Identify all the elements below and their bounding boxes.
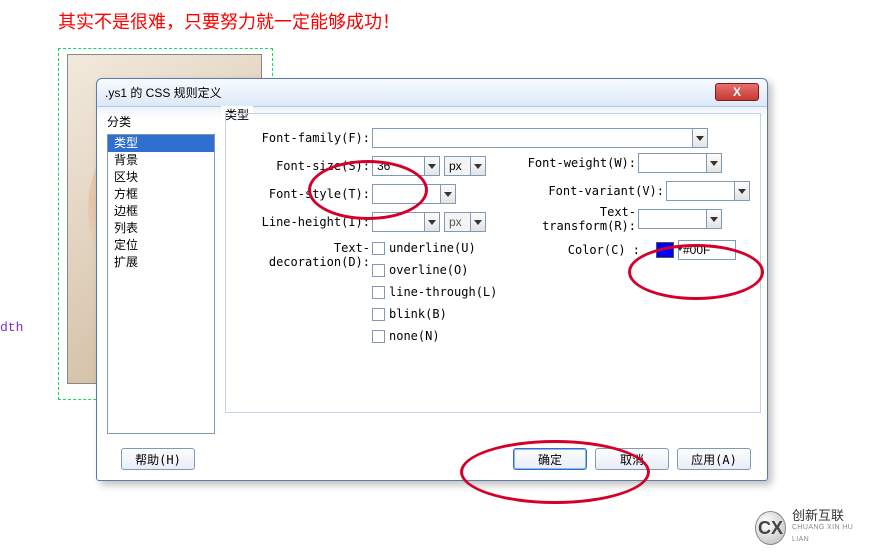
font-size-label: Font-size(S): (236, 159, 372, 173)
category-item-type[interactable]: 类型 (108, 135, 214, 152)
dialog-footer: 帮助(H) 确定 取消 应用(A) (97, 438, 767, 480)
css-rule-dialog: .ys1 的 CSS 规则定义 X 分类 类型 背景 区块 方框 边框 列表 定… (96, 78, 768, 481)
logo-icon: CX (755, 511, 786, 545)
color-label: Color(C) : (532, 243, 642, 257)
font-style-input[interactable] (372, 184, 440, 204)
cancel-button[interactable]: 取消 (595, 448, 669, 470)
font-size-input[interactable] (372, 156, 424, 176)
overline-checkbox[interactable] (372, 264, 385, 277)
dialog-title: .ys1 的 CSS 规则定义 (105, 86, 222, 100)
dropdown-icon[interactable] (706, 209, 722, 229)
font-size-select[interactable] (372, 156, 440, 176)
category-heading: 分类 (107, 113, 215, 130)
font-family-input[interactable] (372, 128, 692, 148)
category-item-box[interactable]: 方框 (108, 186, 214, 203)
line-height-select[interactable] (372, 212, 440, 232)
dropdown-icon[interactable] (470, 212, 486, 232)
none-checkbox[interactable] (372, 330, 385, 343)
text-transform-input[interactable] (638, 209, 706, 229)
type-panel: Font-family(F): Font-size(S): (225, 113, 761, 413)
brand-logo: CX 创新互联 CHUANG XIN HU LIAN (755, 508, 865, 548)
font-weight-label: Font-weight(W): (510, 156, 638, 170)
category-item-block[interactable]: 区块 (108, 169, 214, 186)
line-through-label: line-through(L) (389, 285, 497, 299)
line-height-unit-input (444, 212, 470, 232)
font-size-unit-input[interactable] (444, 156, 470, 176)
font-size-unit-select[interactable] (444, 156, 486, 176)
category-item-extension[interactable]: 扩展 (108, 254, 214, 271)
blink-checkbox[interactable] (372, 308, 385, 321)
font-variant-label: Font-variant(V): (538, 184, 666, 198)
line-through-checkbox[interactable] (372, 286, 385, 299)
line-height-unit-select[interactable] (444, 212, 486, 232)
dropdown-icon[interactable] (734, 181, 750, 201)
stray-label: dth (0, 320, 23, 335)
page-hint-text: 其实不是很难，只要努力就一定能够成功！ (58, 8, 400, 34)
font-family-label: Font-family(F): (236, 131, 372, 145)
apply-button[interactable]: 应用(A) (677, 448, 751, 470)
color-swatch[interactable] (656, 242, 674, 258)
dropdown-icon[interactable] (692, 128, 708, 148)
dropdown-icon[interactable] (424, 212, 440, 232)
text-transform-select[interactable] (638, 209, 722, 229)
category-item-border[interactable]: 边框 (108, 203, 214, 220)
category-item-background[interactable]: 背景 (108, 152, 214, 169)
font-variant-select[interactable] (666, 181, 750, 201)
logo-text-en: CHUANG XIN HU LIAN (792, 522, 865, 546)
text-decoration-label: Text-decoration(D): (236, 239, 372, 269)
color-input[interactable] (678, 240, 736, 260)
help-button[interactable]: 帮助(H) (121, 448, 195, 470)
line-height-input[interactable] (372, 212, 424, 232)
underline-checkbox[interactable] (372, 242, 385, 255)
ok-button[interactable]: 确定 (513, 448, 587, 470)
category-list[interactable]: 类型 背景 区块 方框 边框 列表 定位 扩展 (107, 134, 215, 434)
font-family-select[interactable] (372, 128, 708, 148)
dropdown-icon[interactable] (470, 156, 486, 176)
dialog-titlebar[interactable]: .ys1 的 CSS 规则定义 X (97, 79, 767, 107)
close-button[interactable]: X (715, 83, 759, 101)
line-height-label: Line-height(I): (236, 215, 372, 229)
dropdown-icon[interactable] (424, 156, 440, 176)
font-weight-input[interactable] (638, 153, 706, 173)
none-label: none(N) (389, 329, 440, 343)
overline-label: overline(O) (389, 263, 468, 277)
blink-label: blink(B) (389, 307, 447, 321)
category-item-list[interactable]: 列表 (108, 220, 214, 237)
logo-text-cn: 创新互联 (792, 510, 865, 522)
dropdown-icon[interactable] (440, 184, 456, 204)
font-style-label: Font-style(T): (236, 187, 372, 201)
category-item-position[interactable]: 定位 (108, 237, 214, 254)
text-transform-label: Text-transform(R): (510, 205, 638, 233)
font-weight-select[interactable] (638, 153, 722, 173)
dropdown-icon[interactable] (706, 153, 722, 173)
underline-label: underline(U) (389, 241, 476, 255)
font-style-select[interactable] (372, 184, 456, 204)
font-variant-input[interactable] (666, 181, 734, 201)
